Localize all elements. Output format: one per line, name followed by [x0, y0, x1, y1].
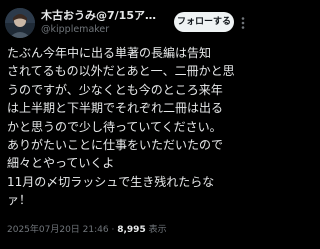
post-text-line: ありがたいことに仕事をいただいたので: [7, 138, 224, 153]
view-count: 8,995: [117, 225, 146, 235]
post-text-line: かと思うので少し待っていてください。: [7, 119, 222, 134]
post-text-line: は上半期と下半期でそれぞれ二冊は出る: [7, 101, 224, 116]
post-text-line: 細々とやっていくよ: [7, 156, 115, 171]
post-text-line: たぶん今年中に出る単著の長編は告知: [7, 46, 212, 60]
post-text: たぶん今年中に出る単著の長編は告知 されてるもの以外だとあと一、二冊かと思 うの…: [7, 44, 247, 210]
author-display-name[interactable]: 木古おうみ@7/15ア…: [41, 9, 169, 23]
avatar[interactable]: [5, 8, 35, 38]
more-options-button[interactable]: [238, 15, 248, 29]
author-names: 木古おうみ@7/15ア… @kipplemaker: [41, 9, 169, 36]
user-avatar-icon: [5, 8, 35, 38]
meta-separator: ·: [111, 225, 115, 235]
post-meta: 2025年07月20日 21:46 · 8,995 表示: [7, 224, 247, 236]
post-text-line: うのですが、少なくとも今のところ来年: [7, 82, 223, 97]
post-header: 木古おうみ@7/15ア… @kipplemaker フォローする: [0, 6, 250, 40]
post-text-line: されてるもの以外だとあと一、二冊かと思: [7, 64, 235, 79]
author-handle[interactable]: @kipplemaker: [41, 23, 169, 36]
view-label: 表示: [148, 225, 167, 235]
post: 木古おうみ@7/15ア… @kipplemaker フォローする たぶん今年中に…: [0, 0, 250, 249]
more-dots-icon: [241, 17, 245, 29]
post-timestamp[interactable]: 2025年07月20日 21:46: [7, 225, 109, 235]
post-text-line: ァ！: [7, 193, 32, 208]
post-text-line: 11月の〆切ラッシュで生き残れたらな: [7, 174, 215, 189]
follow-button[interactable]: フォローする: [174, 12, 234, 32]
